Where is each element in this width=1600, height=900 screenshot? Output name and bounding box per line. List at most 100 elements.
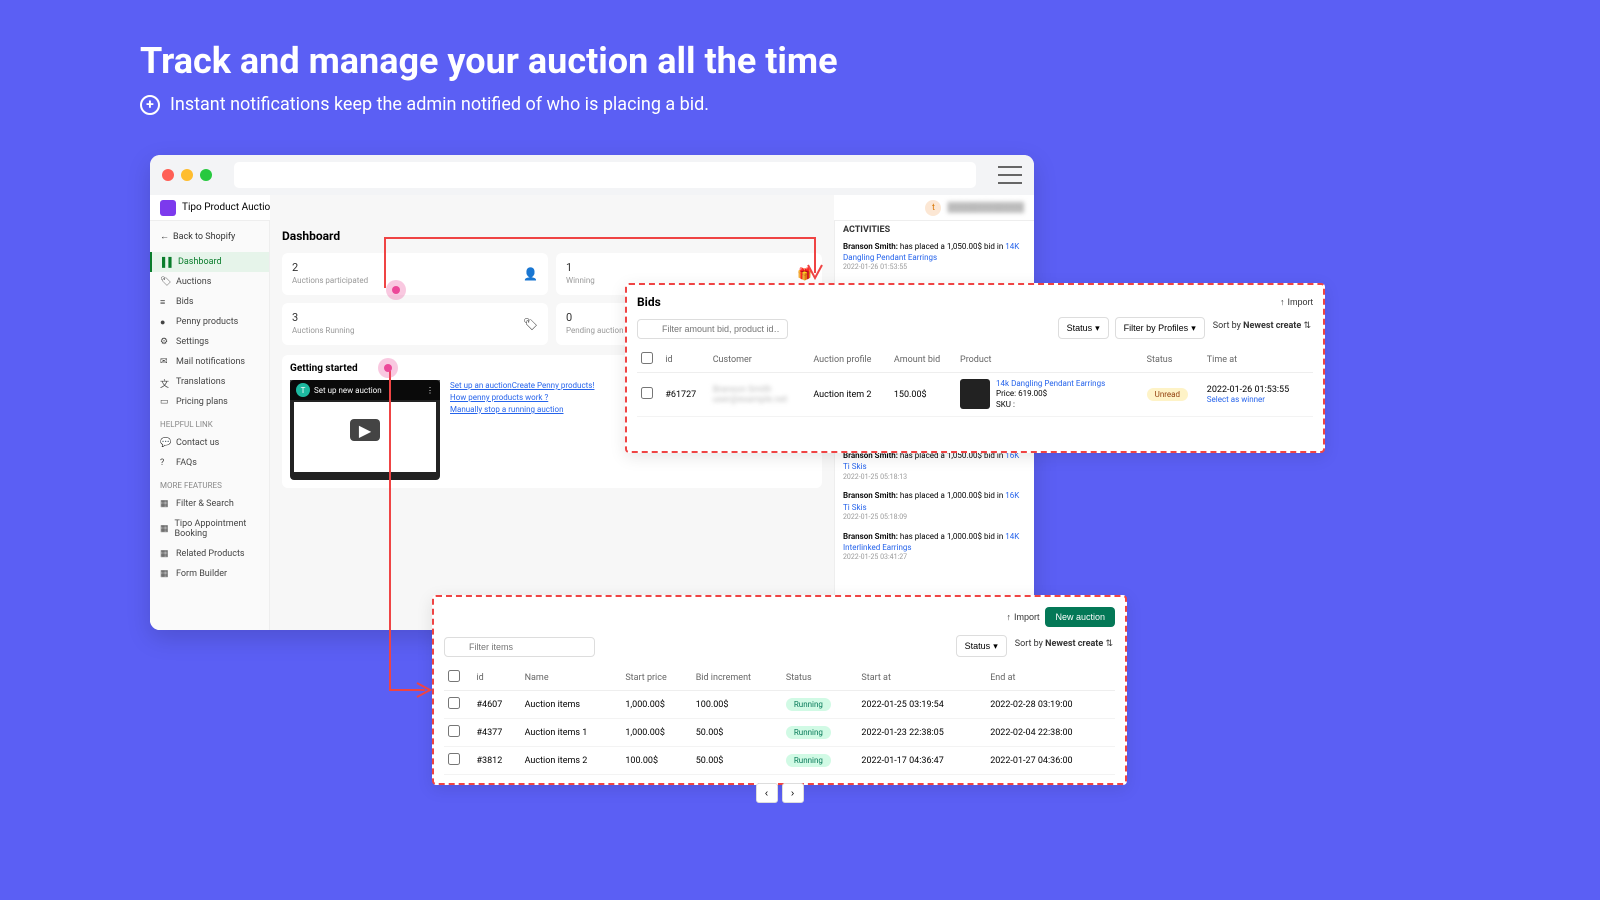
new-auction-button[interactable]: New auction	[1045, 607, 1115, 627]
bids-table: id Customer Auction profile Amount bid P…	[637, 347, 1313, 417]
help-link[interactable]: How penny products work ?	[450, 392, 594, 404]
grid-icon: ▦	[160, 524, 169, 534]
app-logo[interactable]: Tipo Product Auction	[160, 200, 276, 216]
select-all[interactable]	[448, 670, 460, 682]
hamburger-icon[interactable]	[998, 166, 1022, 184]
sidebar-item-settings[interactable]: ⚙Settings	[150, 332, 269, 352]
grid-icon: ▦	[160, 569, 170, 579]
help-link[interactable]: Set up an auctionCreate Penny products!	[450, 380, 594, 392]
filter-input[interactable]	[637, 319, 788, 339]
status-filter[interactable]: Status ▾	[956, 635, 1007, 657]
filter-input[interactable]	[444, 637, 595, 657]
helpful-header: HELPFUL LINK	[150, 412, 269, 433]
traffic-lights[interactable]	[162, 169, 212, 181]
sidebar-item-filter[interactable]: ▦Filter & Search	[150, 494, 269, 514]
sidebar-item-related[interactable]: ▦Related Products	[150, 544, 269, 564]
status-filter[interactable]: Status ▾	[1058, 317, 1109, 339]
marker-dot	[378, 358, 398, 378]
activity-item: Branson Smith: has placed a 1,050.00$ bi…	[843, 241, 1026, 273]
prev-page[interactable]: ‹	[756, 783, 778, 803]
sidebar-item-contact[interactable]: 💬Contact us	[150, 433, 269, 453]
sidebar-item-booking[interactable]: ▦Tipo Appointment Booking	[150, 514, 269, 544]
sort-icon: ⇅	[1303, 321, 1311, 331]
mail-icon: ✉	[160, 357, 170, 367]
sidebar-item-formbuilder[interactable]: ▦Form Builder	[150, 564, 269, 584]
table-row[interactable]: #4607Auction items1,000.00$100.00$ Runni…	[444, 691, 1115, 719]
status-badge: Running	[786, 726, 831, 739]
sort-icon: ⇅	[1105, 639, 1113, 649]
select-all[interactable]	[641, 352, 653, 364]
activities-title: ACTIVITIES	[843, 225, 1026, 235]
pagination: ‹ ›	[444, 783, 1115, 803]
video-thumbnail[interactable]: TSet up new auction⋮ ▶	[290, 380, 440, 480]
gear-icon: ⚙	[160, 337, 170, 347]
row-checkbox[interactable]	[448, 753, 460, 765]
chevron-down-icon: ▾	[1191, 323, 1196, 334]
user-name-blurred: ████████████	[947, 202, 1024, 213]
stat-participated[interactable]: 2Auctions participated👤	[282, 253, 548, 295]
status-badge: Unread	[1147, 388, 1188, 401]
sidebar-item-penny[interactable]: ●Penny products	[150, 312, 269, 332]
table-row[interactable]: #4377Auction items 11,000.00$50.00$ Runn…	[444, 719, 1115, 747]
help-link[interactable]: Manually stop a running auction	[450, 404, 594, 416]
avatar: t	[925, 200, 941, 216]
list-icon: ≡	[160, 297, 170, 307]
row-checkbox[interactable]	[448, 725, 460, 737]
gift-icon: 🎁	[797, 267, 812, 281]
hero: Track and manage your auction all the ti…	[0, 0, 1600, 135]
activity-item: Branson Smith: has placed a 1,050.00$ bi…	[843, 450, 1026, 482]
card-icon: ▭	[160, 397, 170, 407]
bids-panel: Bids ↑Import 🔍 Status ▾ Filter by Profil…	[625, 283, 1325, 453]
sidebar-item-pricing[interactable]: ▭Pricing plans	[150, 392, 269, 412]
more-header: MORE FEATURES	[150, 473, 269, 494]
import-button[interactable]: ↑Import	[1006, 612, 1039, 622]
plus-icon: +	[140, 95, 160, 115]
person-icon: 👤	[523, 267, 538, 281]
sidebar: ←Back to Shopify ▌▌Dashboard 🏷Auctions ≡…	[150, 195, 270, 630]
chevron-down-icon: ▾	[1095, 323, 1100, 334]
sidebar-item-dashboard[interactable]: ▌▌Dashboard	[150, 252, 269, 272]
page-title: Dashboard	[282, 229, 822, 243]
stat-running[interactable]: 3Auctions Running🏷	[282, 303, 548, 345]
import-button[interactable]: ↑Import	[1280, 297, 1313, 307]
video-logo-icon: T	[296, 383, 310, 397]
tag-icon: 🏷	[523, 317, 538, 331]
grid-icon: ▦	[160, 549, 170, 559]
app-name: Tipo Product Auction	[182, 202, 276, 213]
hero-subtitle: Instant notifications keep the admin not…	[170, 94, 709, 115]
sidebar-item-mail[interactable]: ✉Mail notifications	[150, 352, 269, 372]
select-winner-link[interactable]: Select as winner	[1207, 395, 1309, 404]
row-checkbox[interactable]	[641, 387, 653, 399]
sidebar-item-auctions[interactable]: 🏷Auctions	[150, 272, 269, 292]
table-row[interactable]: #61727 Branson Smithuser@example.net Auc…	[637, 373, 1313, 417]
row-checkbox[interactable]	[448, 697, 460, 709]
sidebar-item-faqs[interactable]: ?FAQs	[150, 453, 269, 473]
status-badge: Running	[786, 698, 831, 711]
customer-blurred: Branson Smithuser@example.net	[713, 385, 788, 405]
back-to-shopify[interactable]: ←Back to Shopify	[150, 225, 269, 248]
sidebar-item-bids[interactable]: ≡Bids	[150, 292, 269, 312]
url-bar[interactable]	[234, 162, 976, 188]
sort-control[interactable]: Sort by Newest create ⇅	[1211, 317, 1313, 339]
bids-title: Bids	[637, 295, 661, 309]
coin-icon: ●	[160, 317, 170, 327]
status-badge: Running	[786, 754, 831, 767]
marker-dot	[386, 280, 406, 300]
product-link[interactable]: 14k Dangling Pendant Earrings	[996, 379, 1105, 388]
user-menu[interactable]: t ████████████	[925, 200, 1024, 216]
table-row[interactable]: #3812Auction items 2100.00$50.00$ Runnin…	[444, 747, 1115, 775]
upload-icon: ↑	[1006, 612, 1011, 622]
tag-icon: 🏷	[160, 277, 170, 287]
sort-control[interactable]: Sort by Newest create ⇅	[1013, 635, 1115, 657]
help-icon: ?	[160, 458, 170, 468]
auctions-table: id Name Start price Bid increment Status…	[444, 665, 1115, 775]
sidebar-item-translations[interactable]: 文Translations	[150, 372, 269, 392]
hero-title: Track and manage your auction all the ti…	[140, 40, 1460, 82]
more-icon: ⋮	[426, 386, 434, 395]
chat-icon: 💬	[160, 438, 170, 448]
profiles-filter[interactable]: Filter by Profiles ▾	[1115, 317, 1205, 339]
upload-icon: ↑	[1280, 297, 1285, 307]
next-page[interactable]: ›	[782, 783, 804, 803]
browser-chrome	[150, 155, 1034, 195]
chevron-down-icon: ▾	[993, 641, 998, 652]
